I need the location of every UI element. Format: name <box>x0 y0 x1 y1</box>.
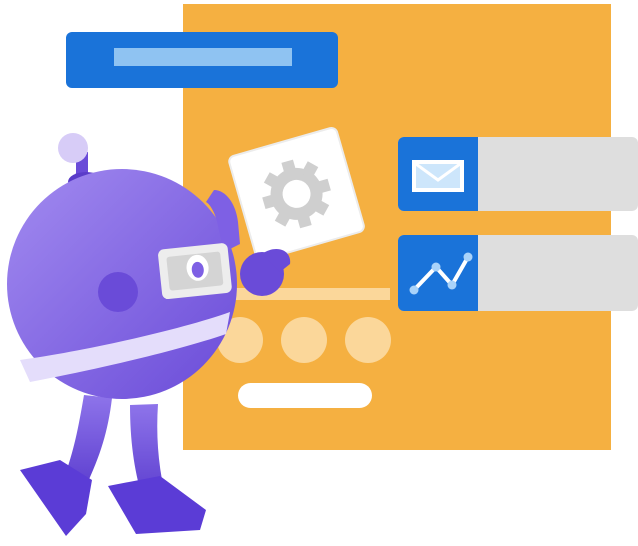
panel-pill-button <box>238 383 372 408</box>
title-banner <box>66 32 338 88</box>
banner-bar <box>114 48 292 66</box>
robot-face-screen <box>158 243 232 300</box>
analytics-card <box>398 235 638 311</box>
envelope-icon <box>412 160 464 192</box>
antenna-ball <box>58 133 88 163</box>
dot-row <box>217 317 391 363</box>
mail-card <box>398 137 638 211</box>
illustration-canvas <box>7 4 638 536</box>
robot-legs <box>20 395 206 536</box>
